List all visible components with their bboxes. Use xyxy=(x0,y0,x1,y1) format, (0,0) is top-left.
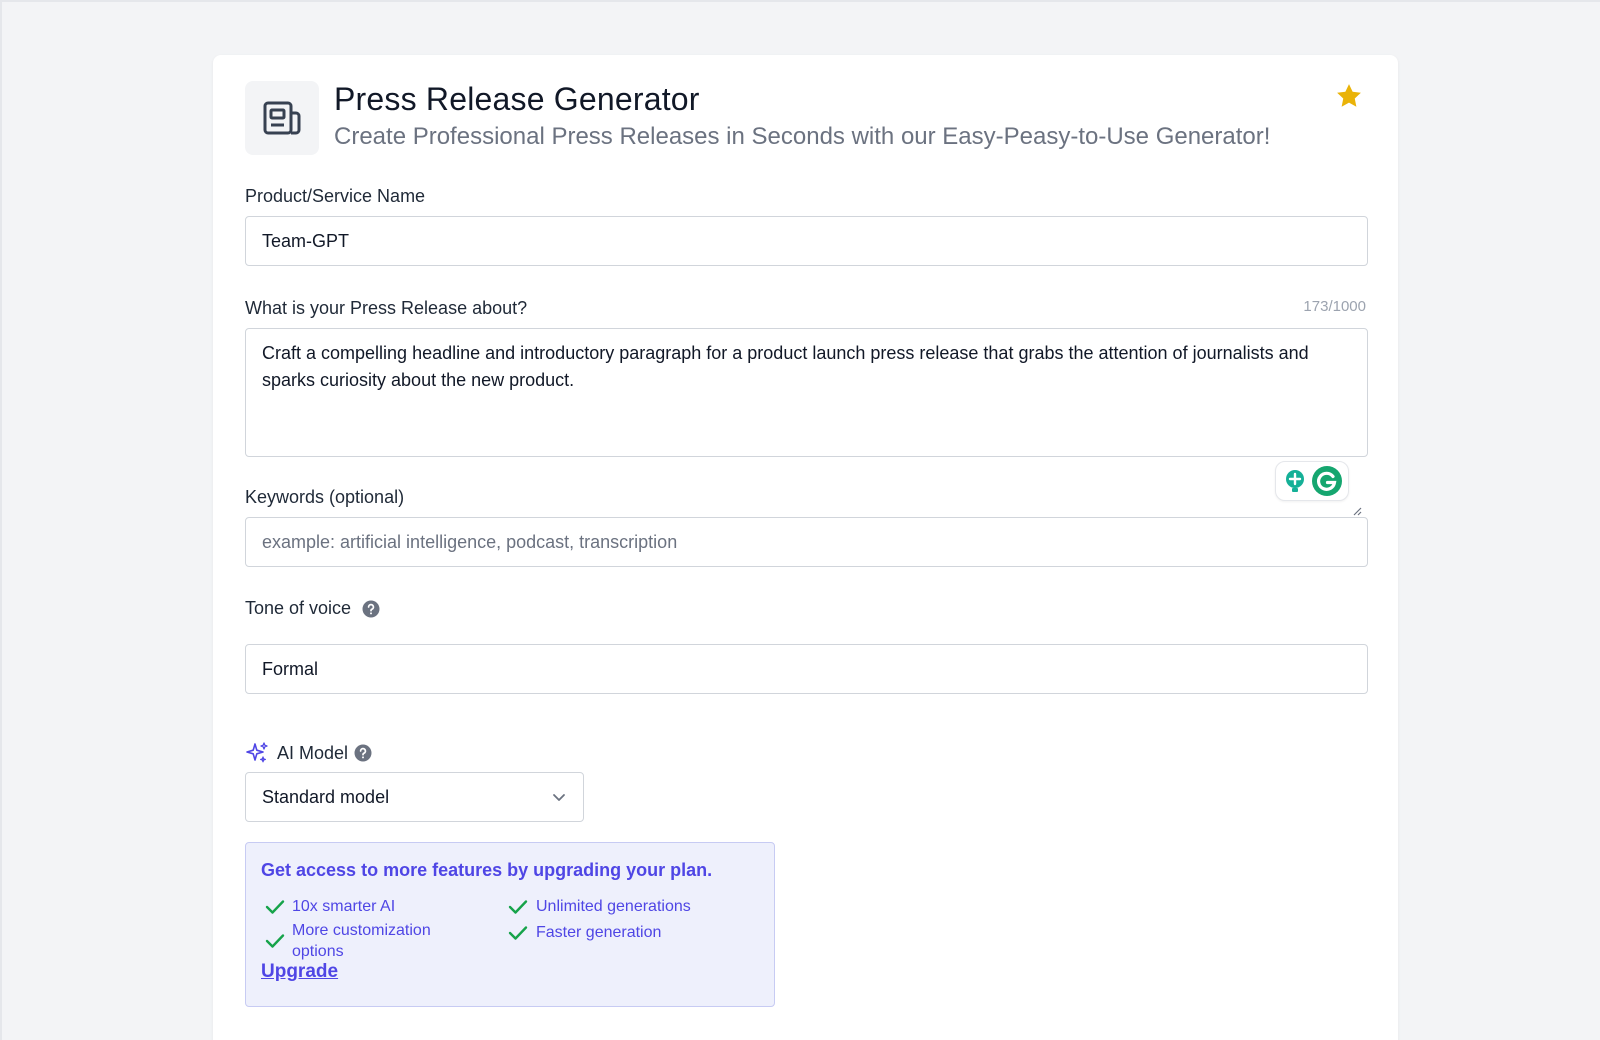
check-icon xyxy=(508,926,528,940)
product-name-input[interactable] xyxy=(245,216,1368,266)
sparkles-icon xyxy=(246,742,268,763)
ai-model-label-row: AI Model xyxy=(245,741,372,765)
keywords-input[interactable] xyxy=(245,517,1368,567)
top-border xyxy=(0,0,1600,2)
tone-label: Tone of voice xyxy=(245,598,352,618)
feature-item: 10x smarter AI xyxy=(292,898,396,915)
generator-card: Press Release Generator Create Professio… xyxy=(213,55,1398,1040)
feature-item: More customization options xyxy=(292,922,431,960)
card-header: Press Release Generator Create Professio… xyxy=(245,81,1366,161)
ai-model-label: AI Model xyxy=(277,742,349,763)
lightbulb-icon[interactable] xyxy=(1282,468,1308,494)
grammarly-widget[interactable] xyxy=(1275,461,1349,501)
star-icon[interactable] xyxy=(1334,81,1364,111)
resize-handle-icon[interactable] xyxy=(1350,504,1362,516)
keywords-label: Keywords (optional) xyxy=(245,487,405,507)
feature-item: Faster generation xyxy=(536,924,662,941)
upgrade-title: Get access to more features by upgrading… xyxy=(261,860,713,880)
help-icon[interactable] xyxy=(354,744,372,762)
feature-item: Unlimited generations xyxy=(536,898,691,915)
tone-input[interactable] xyxy=(245,644,1368,694)
page-subtitle: Create Professional Press Releases in Se… xyxy=(334,123,1271,150)
newspaper-icon xyxy=(245,81,319,155)
chevron-down-icon xyxy=(553,794,565,801)
check-icon xyxy=(265,900,285,914)
left-border xyxy=(0,0,2,1040)
about-label: What is your Press Release about? xyxy=(245,298,528,318)
product-name-label: Product/Service Name xyxy=(245,186,426,206)
upgrade-link[interactable]: Upgrade xyxy=(261,961,338,983)
char-counter: 173/1000 xyxy=(1303,298,1366,315)
tone-label-row: Tone of voice xyxy=(245,598,380,619)
grammarly-icon[interactable] xyxy=(1311,465,1343,497)
check-icon xyxy=(265,934,285,948)
about-textarea[interactable]: Craft a compelling headline and introduc… xyxy=(245,328,1368,457)
ai-model-select[interactable]: Standard model xyxy=(245,772,584,822)
upgrade-callout: Get access to more features by upgrading… xyxy=(245,842,775,1007)
page-title: Press Release Generator xyxy=(334,81,700,117)
help-icon[interactable] xyxy=(362,600,380,618)
check-icon xyxy=(508,900,528,914)
ai-model-selected: Standard model xyxy=(262,786,390,807)
